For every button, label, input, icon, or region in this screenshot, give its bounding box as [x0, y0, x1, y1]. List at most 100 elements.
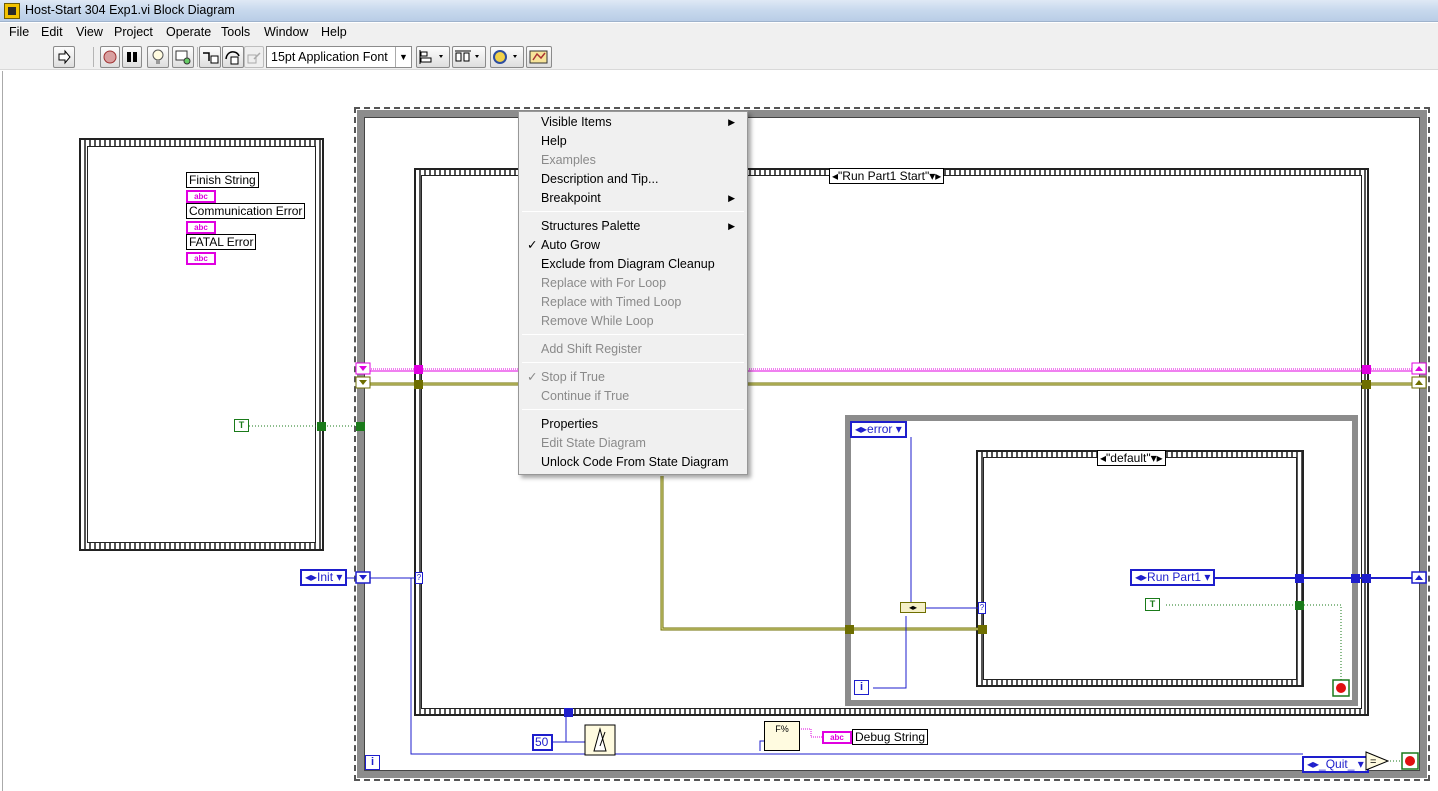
quit-enum-constant[interactable]: ◂▸_Quit_ ▾	[1302, 756, 1369, 773]
equal-comparison-icon[interactable]: =	[1365, 751, 1389, 771]
wait-ms-constant[interactable]: 50	[532, 734, 553, 751]
wait-ms-metronome-icon[interactable]	[584, 724, 616, 756]
run-button[interactable]	[53, 46, 75, 68]
highlight-execution-button[interactable]	[147, 46, 169, 68]
enum-increment-icon: ◂▸	[305, 570, 318, 584]
debug-string-label: Debug String	[852, 729, 929, 745]
menu-item-replace-with-for-loop[interactable]: Replace with For Loop	[521, 274, 745, 293]
menu-item-help[interactable]: Help	[521, 132, 745, 151]
reorder-button[interactable]	[490, 46, 524, 68]
state-shift-register-right[interactable]	[1411, 571, 1429, 585]
error-tunnel[interactable]	[978, 625, 987, 634]
retain-wire-values-button[interactable]	[172, 46, 194, 68]
true-constant[interactable]: T	[1145, 598, 1160, 611]
true-constant[interactable]: T	[234, 419, 249, 432]
error-tunnel[interactable]	[414, 380, 423, 389]
abort-button[interactable]	[100, 46, 120, 68]
menu-item-add-shift-register[interactable]: Add Shift Register	[521, 340, 745, 359]
menu-tools[interactable]: Tools	[218, 25, 253, 39]
menu-item-continue-if-true[interactable]: Continue if True	[521, 387, 745, 406]
window-title: Host-Start 304 Exp1.vi Block Diagram	[25, 3, 235, 17]
format-into-string-node[interactable]: F%	[764, 721, 800, 751]
step-out-button[interactable]	[244, 46, 264, 68]
right-shift-register[interactable]	[1411, 362, 1429, 390]
boolean-tunnel[interactable]	[1295, 601, 1304, 610]
format-into-string-icon: F%	[775, 724, 789, 734]
context-menu: Visible Items ▶ Help Examples Description…	[518, 111, 748, 475]
align-objects-button[interactable]	[416, 46, 450, 68]
error-tunnel[interactable]	[1362, 380, 1371, 389]
clean-up-diagram-button[interactable]	[526, 46, 552, 68]
init-enum-constant[interactable]: ◂▸Init ▾	[300, 569, 348, 586]
enum-tunnel[interactable]	[1295, 574, 1304, 583]
step-out-icon	[247, 52, 261, 64]
menu-item-replace-with-timed-loop[interactable]: Replace with Timed Loop	[521, 293, 745, 312]
menu-item-visible-items[interactable]: Visible Items ▶	[521, 113, 745, 132]
menu-item-auto-grow[interactable]: ✓ Auto Grow	[521, 236, 745, 255]
chevron-down-icon: ▾	[333, 570, 343, 584]
run-part1-enum-constant[interactable]: ◂▸Run Part1 ▾	[1130, 569, 1216, 586]
quit-enum-label: _Quit_	[1319, 757, 1355, 771]
lightbulb-icon	[152, 49, 164, 64]
menu-item-remove-while-loop[interactable]: Remove While Loop	[521, 312, 745, 331]
case-selector-terminal[interactable]: ?	[415, 572, 423, 584]
string-tunnel[interactable]	[414, 365, 423, 374]
enum-tunnel[interactable]	[564, 708, 573, 717]
run-arrow-icon	[58, 49, 71, 65]
labview-block-diagram-window: Host-Start 304 Exp1.vi Block Diagram Fil…	[0, 0, 1438, 791]
stop-terminal-icon[interactable]	[1332, 679, 1350, 697]
debug-string-indicator-icon[interactable]: abc	[822, 731, 852, 744]
menu-window[interactable]: Window	[261, 25, 311, 39]
init-enum-label: Init	[317, 570, 334, 584]
font-selector-value: 15pt Application Font	[271, 50, 388, 64]
step-over-button[interactable]	[222, 46, 244, 68]
stop-terminal-icon[interactable]	[1401, 752, 1419, 770]
menu-item-exclude-from-diagram-cleanup[interactable]: Exclude from Diagram Cleanup	[521, 255, 745, 274]
menu-item-breakpoint[interactable]: Breakpoint ▶	[521, 189, 745, 208]
iteration-terminal-outer[interactable]: i	[365, 755, 380, 770]
boolean-tunnel[interactable]	[356, 422, 365, 431]
enum-tunnel[interactable]	[1351, 574, 1360, 583]
menu-item-stop-if-true[interactable]: ✓ Stop if True	[521, 368, 745, 387]
probe-icon	[175, 50, 191, 65]
title-bar: Host-Start 304 Exp1.vi Block Diagram	[0, 0, 1438, 22]
distribute-objects-icon	[455, 50, 479, 62]
step-over-icon	[225, 51, 240, 65]
menu-item-structures-palette[interactable]: Structures Palette ▶	[521, 217, 745, 236]
iteration-terminal-inner[interactable]: i	[854, 680, 869, 695]
enum-tunnel[interactable]	[1362, 574, 1371, 583]
menu-operate[interactable]: Operate	[163, 25, 214, 39]
submenu-arrow-icon: ▶	[728, 117, 735, 127]
boolean-tunnel[interactable]	[317, 422, 326, 431]
menu-item-unlock-code-from-state-diagram[interactable]: Unlock Code From State Diagram	[521, 453, 745, 472]
font-selector[interactable]: 15pt Application Font ▼	[266, 46, 412, 68]
menu-separator	[522, 409, 744, 410]
chevron-down-icon: ▼	[395, 47, 411, 67]
menu-item-properties[interactable]: Properties	[521, 415, 745, 434]
state-shift-register-left[interactable]	[355, 571, 373, 585]
menu-item-description-and-tip[interactable]: Description and Tip...	[521, 170, 745, 189]
menu-separator	[522, 334, 744, 335]
menu-view[interactable]: View	[73, 25, 106, 39]
error-enum-constant[interactable]: ◂▸error ▾	[850, 421, 907, 438]
align-objects-icon	[419, 50, 443, 64]
toolbar: 15pt Application Font ▼	[0, 43, 1438, 70]
error-tunnel[interactable]	[845, 625, 854, 634]
labview-app-icon	[4, 3, 20, 19]
unbundle-by-name-node[interactable]: ◂▸	[900, 602, 926, 613]
menu-file[interactable]: File	[6, 25, 32, 39]
checkmark-icon: ✓	[527, 238, 538, 252]
step-into-button[interactable]	[199, 46, 221, 68]
menu-help[interactable]: Help	[318, 25, 350, 39]
left-shift-register[interactable]	[355, 362, 373, 390]
menu-edit[interactable]: Edit	[38, 25, 66, 39]
case-selector-terminal[interactable]: ?	[978, 602, 986, 614]
menu-project[interactable]: Project	[111, 25, 156, 39]
menu-separator	[522, 362, 744, 363]
menu-separator	[522, 211, 744, 212]
menu-item-edit-state-diagram[interactable]: Edit State Diagram	[521, 434, 745, 453]
menu-item-examples[interactable]: Examples	[521, 151, 745, 170]
string-tunnel[interactable]	[1362, 365, 1371, 374]
distribute-objects-button[interactable]	[452, 46, 486, 68]
pause-button[interactable]	[122, 46, 142, 68]
